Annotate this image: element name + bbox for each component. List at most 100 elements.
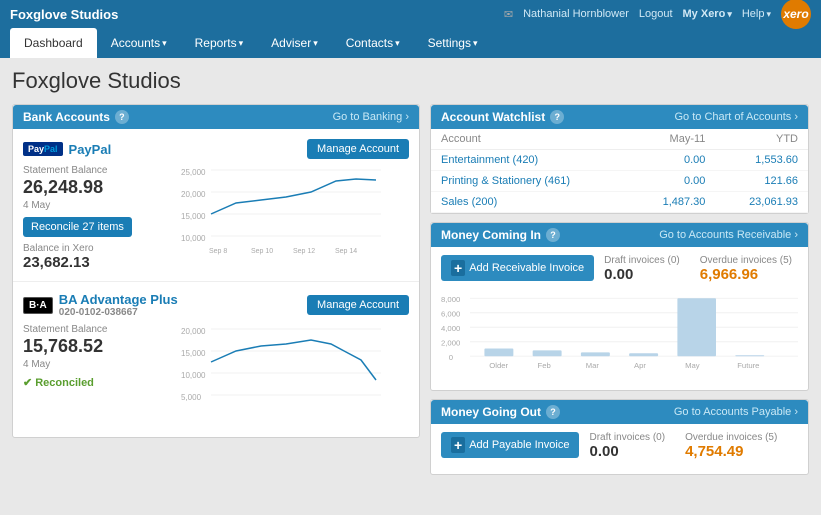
reports-chevron-icon: ▾ (239, 38, 244, 49)
ba-manage-account-button[interactable]: Manage Account (307, 295, 409, 315)
add-payable-invoice-button[interactable]: + Add Payable Invoice (441, 432, 579, 458)
navbar: Dashboard Accounts ▾ Reports ▾ Adviser ▾… (0, 28, 821, 58)
brand-name: Foxglove Studios (10, 7, 118, 22)
svg-text:4,000: 4,000 (441, 324, 460, 333)
go-to-banking-link[interactable]: Go to Banking › (333, 111, 409, 123)
settings-chevron-icon: ▾ (473, 38, 478, 49)
topbar: Foxglove Studios ✉ Nathanial Hornblower … (0, 0, 821, 28)
receivable-overdue-value: 6,966.96 (700, 266, 792, 283)
watchlist-account[interactable]: Sales (200) (431, 192, 631, 213)
go-to-chart-link[interactable]: Go to Chart of Accounts › (674, 111, 798, 123)
receivable-draft-label: Draft invoices (0) (604, 255, 680, 266)
svg-text:Older: Older (489, 361, 508, 370)
user-name: Nathanial Hornblower (523, 8, 629, 20)
payable-overdue-stat: Overdue invoices (5) 4,754.49 (685, 432, 777, 460)
adviser-chevron-icon: ▾ (313, 38, 318, 49)
watchlist-header: Account Watchlist ? Go to Chart of Accou… (431, 105, 808, 129)
svg-text:5,000: 5,000 (181, 393, 202, 402)
payable-draft-label: Draft invoices (0) (589, 432, 665, 443)
paypal-statement-value: 26,248.98 (23, 177, 143, 198)
ba-stats: Statement Balance 15,768.52 4 May ✔ Reco… (23, 324, 143, 427)
myxero-chevron-icon: ▾ (727, 9, 732, 20)
add-receivable-invoice-button[interactable]: + Add Receivable Invoice (441, 255, 594, 281)
watchlist-account[interactable]: Printing & Stationery (461) (431, 171, 631, 192)
money-out-invoice-row: + Add Payable Invoice Draft invoices (0)… (441, 432, 798, 460)
ba-statement-label: Statement Balance (23, 324, 143, 335)
ba-statement-value: 15,768.52 (23, 336, 143, 357)
paypal-stats: Statement Balance 26,248.98 4 May Reconc… (23, 165, 143, 271)
paypal-card-body: Statement Balance 26,248.98 4 May Reconc… (23, 165, 409, 271)
myxero-button[interactable]: My Xero ▾ (683, 8, 732, 20)
money-out-header: Money Going Out ? Go to Accounts Payable… (431, 400, 808, 424)
watchlist-table: Account May-11 YTD Entertainment (420) 0… (431, 129, 808, 213)
ba-account-number: 020-0102-038667 (59, 307, 178, 318)
nav-tab-reports[interactable]: Reports ▾ (181, 28, 258, 58)
nav-tab-contacts[interactable]: Contacts ▾ (332, 28, 414, 58)
money-in-chart: 8,000 6,000 4,000 2,000 0 (441, 289, 798, 382)
accounts-chevron-icon: ▾ (162, 38, 167, 49)
svg-text:May: May (685, 361, 700, 370)
money-out-help-icon[interactable]: ? (546, 405, 560, 419)
receivable-overdue-stat: Overdue invoices (5) 6,966.96 (700, 255, 792, 283)
envelope-icon: ✉ (504, 8, 513, 21)
left-column: Bank Accounts ? Go to Banking › PayPal P… (12, 104, 420, 475)
paypal-date: 4 May (23, 200, 143, 211)
receivable-stats: Draft invoices (0) 0.00 Overdue invoices… (604, 255, 792, 283)
help-button[interactable]: Help ▾ (742, 8, 771, 20)
ba-logo: B·A (23, 297, 53, 314)
svg-text:2,000: 2,000 (441, 339, 460, 348)
watchlist-row: Printing & Stationery (461) 0.00 121.66 (431, 171, 808, 192)
nav-tab-dashboard[interactable]: Dashboard (10, 28, 97, 58)
paypal-name-text: PayPal (69, 142, 112, 157)
page-title: Foxglove Studios (12, 68, 809, 94)
add-receivable-plus-icon: + (451, 260, 465, 276)
paypal-reconcile-button[interactable]: Reconcile 27 items (23, 217, 132, 237)
ba-date: 4 May (23, 359, 143, 370)
svg-text:0: 0 (449, 353, 453, 362)
watchlist-help-icon[interactable]: ? (550, 110, 564, 124)
page-content: Foxglove Studios Bank Accounts ? Go to B… (0, 58, 821, 485)
payable-draft-value: 0.00 (589, 443, 665, 460)
money-in-header: Money Coming In ? Go to Accounts Receiva… (431, 223, 808, 247)
ba-bank-card: B·A BA Advantage Plus 020-0102-038667 Ma… (13, 282, 419, 437)
watchlist-table-container: Account May-11 YTD Entertainment (420) 0… (431, 129, 808, 213)
svg-text:20,000: 20,000 (181, 327, 206, 336)
watchlist-row: Entertainment (420) 0.00 1,553.60 (431, 150, 808, 171)
nav-tab-accounts[interactable]: Accounts ▾ (97, 28, 181, 58)
svg-text:8,000: 8,000 (441, 295, 460, 304)
svg-text:Sep 8: Sep 8 (209, 248, 227, 255)
watchlist-ytd: 1,553.60 (715, 150, 808, 171)
money-out-title: Money Going Out ? (441, 405, 560, 419)
help-chevron-icon: ▾ (766, 9, 771, 20)
receivable-overdue-label: Overdue invoices (5) (700, 255, 792, 266)
svg-text:Future: Future (737, 361, 759, 370)
watchlist-col-account: Account (431, 129, 631, 150)
paypal-xero-balance-label: Balance in Xero (23, 243, 143, 254)
watchlist-account[interactable]: Entertainment (420) (431, 150, 631, 171)
watchlist-may11: 0.00 (631, 150, 715, 171)
receivable-draft-value: 0.00 (604, 266, 680, 283)
nav-tab-settings[interactable]: Settings ▾ (414, 28, 492, 58)
ba-bank-name: B·A BA Advantage Plus 020-0102-038667 (23, 292, 178, 318)
panels-row: Bank Accounts ? Go to Banking › PayPal P… (12, 104, 809, 475)
watchlist-title: Account Watchlist ? (441, 110, 564, 124)
go-to-payable-link[interactable]: Go to Accounts Payable › (674, 406, 798, 418)
svg-text:Mar: Mar (586, 361, 600, 370)
svg-text:Sep 14: Sep 14 (335, 248, 357, 255)
xero-logo[interactable]: xero (781, 0, 811, 29)
paypal-manage-account-button[interactable]: Manage Account (307, 139, 409, 159)
bank-accounts-panel: Bank Accounts ? Go to Banking › PayPal P… (12, 104, 420, 438)
money-in-help-icon[interactable]: ? (546, 228, 560, 242)
paypal-bank-name: PayPal PayPal (23, 142, 111, 157)
add-payable-plus-icon: + (451, 437, 465, 453)
account-watchlist-panel: Account Watchlist ? Go to Chart of Accou… (430, 104, 809, 214)
bank-accounts-title: Bank Accounts ? (23, 110, 129, 124)
bank-accounts-help-icon[interactable]: ? (115, 110, 129, 124)
svg-text:20,000: 20,000 (181, 190, 206, 199)
svg-text:10,000: 10,000 (181, 234, 206, 243)
nav-tab-adviser[interactable]: Adviser ▾ (257, 28, 332, 58)
watchlist-may11: 1,487.30 (631, 192, 715, 213)
go-to-receivable-link[interactable]: Go to Accounts Receivable › (659, 229, 798, 241)
logout-link[interactable]: Logout (639, 8, 673, 20)
ba-card-header: B·A BA Advantage Plus 020-0102-038667 Ma… (23, 292, 409, 318)
